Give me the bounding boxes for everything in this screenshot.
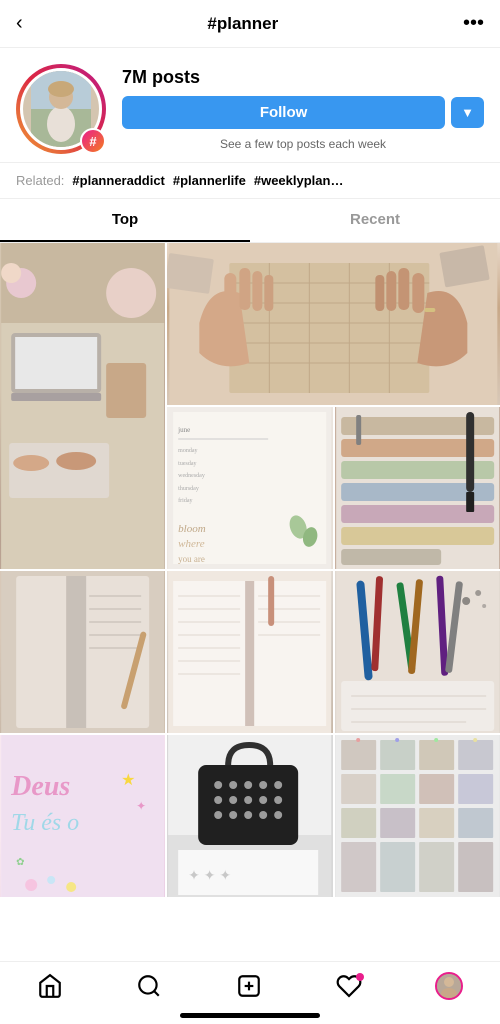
hashtag-badge: # xyxy=(80,128,106,154)
svg-text:★: ★ xyxy=(121,772,135,789)
post-image-2 xyxy=(167,243,500,405)
tabs: Top Recent xyxy=(0,199,500,243)
svg-text:✦ ✦ ✦: ✦ ✦ ✦ xyxy=(188,867,231,883)
post-image-1 xyxy=(0,243,165,569)
nav-add[interactable] xyxy=(236,973,262,999)
more-button[interactable]: ••• xyxy=(463,12,484,35)
post-image-6 xyxy=(167,571,332,733)
follow-row: Follow ▼ xyxy=(122,96,484,129)
follow-dropdown-button[interactable]: ▼ xyxy=(451,97,484,128)
notification-dot xyxy=(356,973,364,981)
grid-post-9[interactable]: ✦ ✦ ✦ xyxy=(167,735,332,897)
svg-text:monday: monday xyxy=(178,448,197,454)
home-icon xyxy=(37,973,63,999)
back-button[interactable]: ‹ xyxy=(16,12,23,35)
grid-post-4[interactable] xyxy=(335,407,500,569)
tab-recent[interactable]: Recent xyxy=(250,199,500,242)
nav-profile[interactable] xyxy=(435,972,463,1000)
post-image-9: ✦ ✦ ✦ xyxy=(167,735,332,897)
svg-text:june: june xyxy=(177,426,190,434)
grid-post-7[interactable] xyxy=(335,571,500,733)
related-tag-2[interactable]: #plannerlife xyxy=(173,173,246,188)
grid-post-2[interactable] xyxy=(167,243,500,405)
follow-button[interactable]: Follow xyxy=(122,96,445,129)
related-label: Related: xyxy=(16,173,64,188)
photo-grid: june monday tuesday wednesday thursday f… xyxy=(0,243,500,897)
nav-search[interactable] xyxy=(136,973,162,999)
search-icon xyxy=(136,973,162,999)
svg-text:tuesday: tuesday xyxy=(178,461,196,467)
post-image-7 xyxy=(335,571,500,733)
svg-text:thursday: thursday xyxy=(178,486,199,492)
related-tag-1[interactable]: #planneraddict xyxy=(72,173,164,188)
svg-text:Deus: Deus xyxy=(10,771,70,802)
svg-text:where: where xyxy=(178,538,205,550)
avatar-wrapper: # xyxy=(16,64,106,154)
posts-count: 7M posts xyxy=(122,67,484,88)
nav-avatar xyxy=(435,972,463,1000)
grid-post-3[interactable]: june monday tuesday wednesday thursday f… xyxy=(167,407,332,569)
svg-text:✿: ✿ xyxy=(16,857,24,868)
svg-text:friday: friday xyxy=(178,497,192,504)
page-title: #planner xyxy=(207,14,278,34)
svg-text:✦: ✦ xyxy=(136,799,146,813)
related-tags: #planneraddict #plannerlife #weeklyplan… xyxy=(72,173,343,188)
svg-text:bloom: bloom xyxy=(178,523,206,535)
related-section: Related: #planneraddict #plannerlife #we… xyxy=(0,162,500,199)
grid-post-5[interactable] xyxy=(0,571,165,733)
post-image-3: june monday tuesday wednesday thursday f… xyxy=(167,407,332,569)
tab-top[interactable]: Top xyxy=(0,199,250,242)
related-tag-3[interactable]: #weeklyplan… xyxy=(254,173,344,188)
add-icon xyxy=(236,973,262,999)
grid-post-6[interactable] xyxy=(167,571,332,733)
nav-home[interactable] xyxy=(37,973,63,999)
header: ‹ #planner ••• xyxy=(0,0,500,48)
grid-post-1[interactable] xyxy=(0,243,165,569)
home-indicator xyxy=(180,1013,320,1018)
nav-heart[interactable] xyxy=(336,973,362,999)
grid-post-10[interactable] xyxy=(335,735,500,897)
post-image-8: Deus Tu és o ★ ✦ ✿ xyxy=(0,735,165,897)
post-image-10 xyxy=(335,735,500,897)
svg-text:wednesday: wednesday xyxy=(178,473,205,479)
follow-subtitle: See a few top posts each week xyxy=(122,137,484,151)
post-image-4 xyxy=(335,407,500,569)
svg-text:Tu és o: Tu és o xyxy=(11,810,79,836)
svg-text:you are: you are xyxy=(178,554,205,564)
profile-section: # 7M posts Follow ▼ See a few top posts … xyxy=(0,48,500,162)
grid-post-8[interactable]: Deus Tu és o ★ ✦ ✿ xyxy=(0,735,165,897)
post-image-5 xyxy=(0,571,165,733)
profile-info: 7M posts Follow ▼ See a few top posts ea… xyxy=(122,67,484,151)
